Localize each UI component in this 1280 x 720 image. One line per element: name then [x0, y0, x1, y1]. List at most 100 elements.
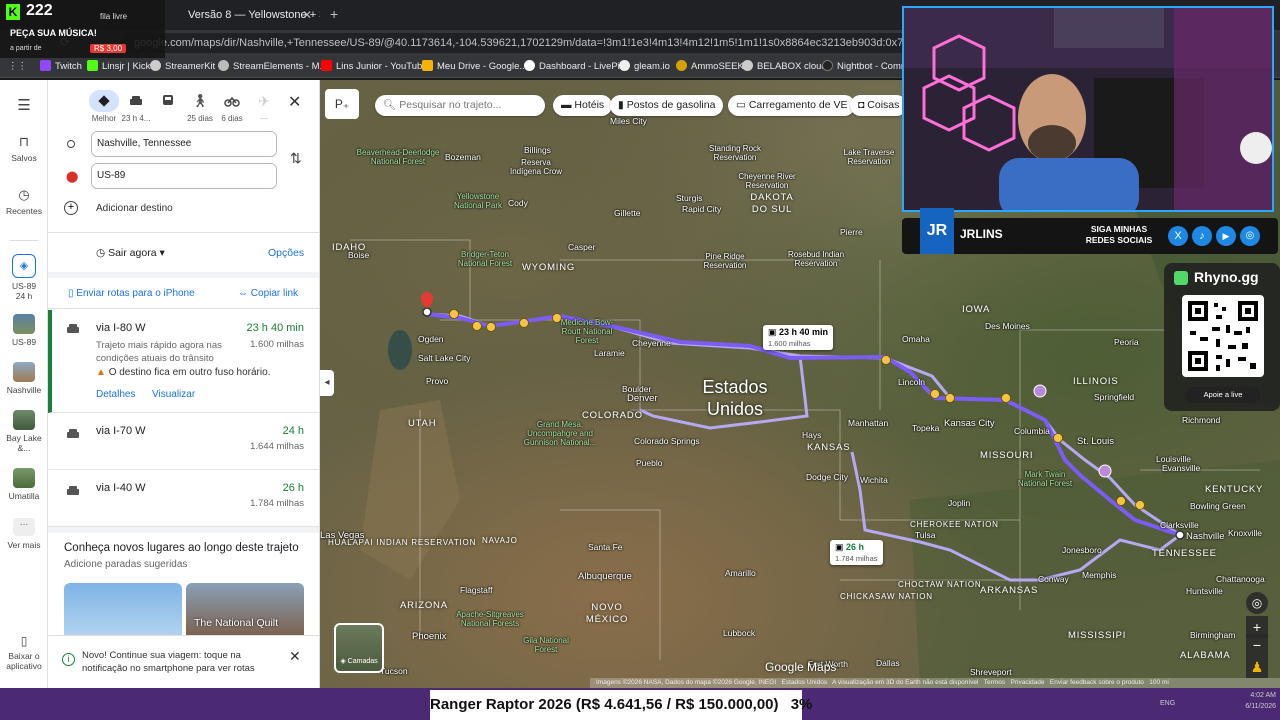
mode-car[interactable]: 23 h 4...	[118, 90, 154, 123]
layers-button[interactable]: ◈ Camadas	[334, 623, 384, 673]
city-label: Denver	[627, 393, 658, 404]
swap-icon[interactable]: ⇅	[290, 150, 302, 167]
route-option-i80[interactable]: via I-80 W 23 h 40 min Trajeto mais rápi…	[48, 310, 319, 413]
bookmark-streamelements[interactable]: StreamElements - M...	[218, 59, 328, 75]
tab-version8[interactable]: Versão 8 — Yellowstone + 3 di ✕	[170, 4, 320, 30]
badge-time: 23 h 40 min	[779, 327, 829, 337]
rail-item-baylake[interactable]: Bay Lake &...	[0, 410, 48, 453]
rail-download-app[interactable]: ▯ Baixar o aplicativo	[0, 634, 48, 671]
rail-item-us89-directions[interactable]: ◈ US-89 24 h	[0, 254, 48, 301]
mode-label: 25 dias	[187, 114, 213, 123]
suggestion-card-title: The National Quilt	[194, 617, 279, 629]
close-notification-icon[interactable]: ✕	[289, 648, 301, 665]
bookmark-belabox[interactable]: BELABOX cloud	[742, 59, 827, 75]
suggestion-card-1[interactable]	[64, 583, 182, 643]
route-time: 26 h	[282, 482, 304, 494]
copy-link[interactable]: ⇔ Copiar link	[238, 288, 298, 299]
suggestion-card-2[interactable]: The National Quilt	[186, 583, 304, 643]
footer-link[interactable]: Privacidade	[1011, 679, 1045, 686]
price-prefix: a partir de	[10, 45, 42, 52]
state-label: CHICKASAW NATION	[840, 592, 933, 601]
details-link[interactable]: Detalhes	[96, 389, 135, 400]
bookmark-nightbot[interactable]: Nightbot - Comm	[822, 59, 909, 75]
options-link[interactable]: Opções	[268, 247, 304, 259]
mode-best[interactable]: Melhor	[86, 90, 122, 123]
mode-transit[interactable]	[150, 90, 186, 114]
bookmark-gleam[interactable]: gleam.io	[619, 59, 670, 75]
bookmark-youtube[interactable]: Lins Junior - YouTube	[321, 59, 428, 75]
rhyno-qr-overlay: Rhyno.gg Apoie a live	[1164, 263, 1280, 411]
city-label: St. Louis	[1077, 436, 1114, 447]
city-label: Bowling Green	[1190, 501, 1246, 511]
drive-icon	[422, 60, 433, 71]
bookmark-kick[interactable]: Linsjr | Kick	[87, 59, 150, 75]
footer-link[interactable]: Termos	[984, 679, 1005, 686]
footer-link[interactable]: Estados Unidos	[782, 679, 828, 686]
destination-field[interactable]: US-89	[91, 163, 277, 189]
add-destination-icon[interactable]: +	[64, 201, 78, 215]
chip-things[interactable]: ◘ Coisas	[850, 95, 908, 116]
rail-saved[interactable]: ⊓ Salvos	[0, 134, 48, 163]
view-link[interactable]: Visualizar	[152, 389, 195, 400]
route-option-i70[interactable]: via I-70 W 24 h 1.644 milhas	[48, 413, 319, 470]
bookmark-label: gleam.io	[634, 61, 670, 72]
divider	[48, 308, 319, 309]
rail-item-umatilla[interactable]: Umatilla	[0, 468, 48, 501]
bookmark-twitch[interactable]: Twitch	[40, 59, 82, 75]
city-label: Amarillo	[725, 568, 756, 578]
rail-more[interactable]: ··· Ver mais	[0, 518, 48, 550]
url-field[interactable]: google.com/maps/dir/Nashville,+Tennessee…	[120, 33, 910, 53]
footer-link[interactable]: Enviar feedback sobre o produto	[1050, 679, 1144, 686]
route-option-i40[interactable]: via I-40 W 26 h 1.784 milhas	[48, 470, 319, 527]
add-place-icon[interactable]: P₊	[325, 89, 359, 119]
rail-item-us89[interactable]: US-89	[0, 314, 48, 347]
city-label: Gillette	[614, 208, 641, 218]
new-tab-icon[interactable]: +	[330, 6, 338, 22]
park-label: Gila National Forest	[523, 636, 569, 654]
search-along-route[interactable]: 🔍︎ Pesquisar no trajeto...	[375, 95, 545, 116]
rail-item-nashville[interactable]: Nashville	[0, 362, 48, 395]
bookmark-label: StreamerKit	[165, 61, 216, 72]
mode-bike[interactable]: 6 dias	[214, 90, 250, 123]
route-via: via I-70 W	[96, 425, 146, 437]
nightbot-icon	[822, 60, 833, 71]
park-label: Medicine Bow-Routt National Forest	[560, 318, 614, 345]
send-to-phone[interactable]: ▯ Enviar rotas para o iPhone	[68, 288, 195, 299]
route-badge-main[interactable]: ▣ 23 h 40 min 1.600 milhas	[763, 325, 834, 350]
state-label: DAKOTA DO SUL	[750, 192, 794, 215]
chip-gas[interactable]: ▮ Postos de gasolina	[610, 95, 724, 116]
bookmark-streamerkit[interactable]: StreamerKit	[150, 59, 215, 75]
city-label: Dodge City	[806, 472, 849, 482]
add-destination[interactable]: Adicionar destino	[96, 203, 173, 214]
my-location-icon[interactable]: ◎	[1246, 592, 1268, 614]
bookmark-drive[interactable]: Meu Drive - Google...	[422, 59, 527, 75]
pegman-icon[interactable]: ♟	[1246, 656, 1268, 678]
chip-hotels[interactable]: ▬ Hotéis	[553, 95, 613, 116]
route-badge-alt[interactable]: ▣ 26 h 1.784 milhas	[830, 540, 883, 565]
mode-label: —	[260, 114, 268, 123]
close-tab-icon[interactable]: ✕	[302, 4, 312, 26]
rail-recent[interactable]: ◷ Recentes	[0, 187, 48, 216]
notification-text: Novo! Continue sua viagem: toque na noti…	[82, 650, 255, 674]
city-label: Joplin	[948, 498, 971, 508]
zoom-out-button[interactable]: −	[1246, 634, 1268, 656]
state-label: ARKANSAS	[980, 585, 1039, 596]
bookmark-ammoseek[interactable]: AmmoSEEK	[676, 59, 744, 75]
apps-icon[interactable]: ⋮⋮	[8, 59, 27, 75]
menu-icon[interactable]: ☰	[0, 96, 48, 114]
depart-dropdown[interactable]: ◷ Sair agora ▾	[90, 242, 174, 264]
gleam-icon	[619, 60, 630, 71]
bookmark-label: StreamElements - M...	[233, 61, 328, 72]
city-label: Provo	[426, 376, 449, 386]
collapse-panel-icon[interactable]: ◂	[320, 370, 334, 396]
mode-walk[interactable]: 🚶︎ 25 dias	[182, 90, 218, 123]
history-icon: ◷	[18, 187, 30, 202]
bookmark-livepix[interactable]: Dashboard - LivePix	[524, 59, 625, 75]
close-directions-icon[interactable]: ✕	[288, 92, 301, 112]
origin-field[interactable]: Nashville, Tennessee	[91, 131, 277, 157]
mode-flight[interactable]: ✈ —	[246, 90, 282, 124]
city-label: Miles City	[610, 116, 647, 126]
city-label: Dallas	[876, 658, 900, 668]
rail-saved-label: Salvos	[11, 153, 37, 163]
chip-ev[interactable]: ▭ Carregamento de VE	[728, 95, 856, 116]
